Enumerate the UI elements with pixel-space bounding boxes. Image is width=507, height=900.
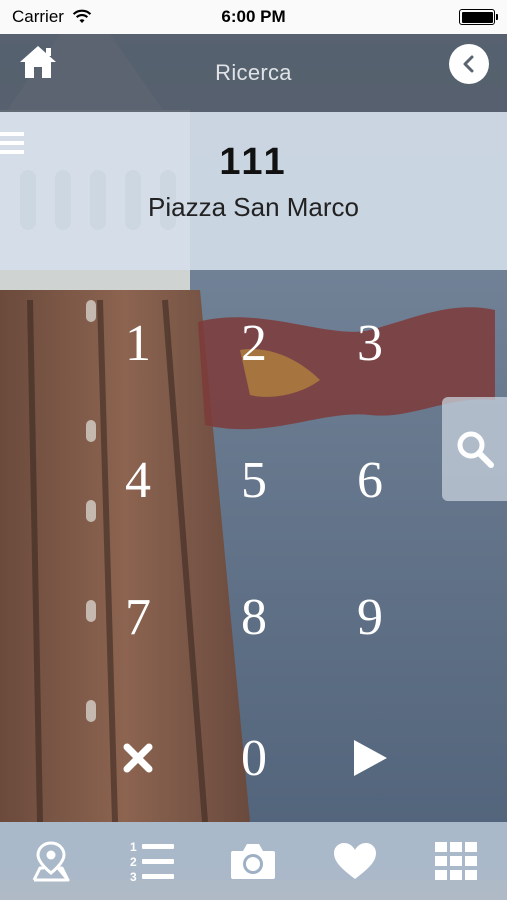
tab-grid[interactable]	[421, 831, 491, 891]
page-title: Ricerca	[215, 60, 292, 85]
tab-map[interactable]	[16, 831, 86, 891]
map-pin-icon	[32, 841, 70, 882]
chevron-left-icon	[463, 55, 474, 73]
play-icon	[354, 740, 387, 776]
numbered-list-icon: 1 2 3	[130, 840, 175, 883]
go-button[interactable]	[312, 708, 428, 808]
back-button[interactable]	[449, 44, 489, 84]
home-icon	[20, 46, 56, 78]
home-button[interactable]	[18, 44, 62, 84]
key-2[interactable]: 2	[196, 293, 312, 393]
place-name: Piazza San Marco	[148, 192, 359, 222]
status-left: Carrier	[12, 7, 92, 27]
clear-button[interactable]	[80, 708, 196, 808]
nav-bar: Ricerca	[0, 34, 507, 112]
search-icon	[457, 431, 494, 468]
camera-icon	[231, 844, 276, 879]
tab-camera[interactable]	[218, 831, 288, 891]
key-1[interactable]: 1	[80, 293, 196, 393]
key-9[interactable]: 9	[312, 567, 428, 667]
search-button[interactable]	[442, 397, 507, 501]
battery-icon	[459, 9, 498, 25]
svg-text:2: 2	[130, 855, 137, 869]
tab-favorites[interactable]	[320, 831, 390, 891]
tab-bar: 1 2 3	[0, 822, 507, 900]
carrier-label: Carrier	[12, 7, 64, 26]
heart-icon	[333, 843, 376, 879]
tab-list[interactable]: 1 2 3	[117, 831, 187, 891]
status-bar: Carrier 6:00 PM	[0, 0, 507, 34]
key-3[interactable]: 3	[312, 293, 428, 393]
key-7[interactable]: 7	[80, 567, 196, 667]
code-display: 111	[219, 141, 288, 183]
key-6[interactable]: 6	[312, 430, 428, 530]
key-5[interactable]: 5	[196, 430, 312, 530]
svg-text:3: 3	[130, 870, 137, 883]
key-4[interactable]: 4	[80, 430, 196, 530]
close-icon	[123, 743, 153, 773]
key-0[interactable]: 0	[196, 708, 312, 808]
key-8[interactable]: 8	[196, 567, 312, 667]
wifi-icon	[72, 9, 92, 23]
grid-icon	[435, 842, 478, 880]
svg-text:1: 1	[130, 840, 137, 854]
menu-button[interactable]	[0, 128, 26, 158]
result-panel: 111 Piazza San Marco	[0, 112, 507, 270]
